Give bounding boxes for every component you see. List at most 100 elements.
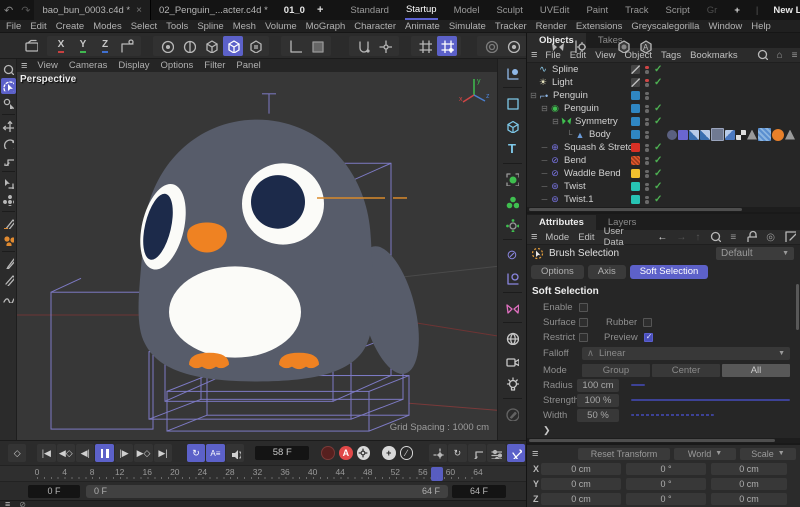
material-menu-icon[interactable]: ≡	[5, 500, 10, 507]
tag-icon[interactable]	[667, 129, 677, 140]
key-rotation-icon[interactable]: ↻	[448, 444, 467, 462]
add-document-icon[interactable]: +	[313, 4, 327, 16]
viewport-menu-item[interactable]: Filter	[204, 60, 225, 71]
tag-icon[interactable]	[736, 129, 746, 140]
menu-item[interactable]: Simulate	[449, 21, 486, 32]
attr-menu-mode[interactable]: Mode	[545, 232, 569, 243]
pencil-tag-icon[interactable]	[631, 78, 640, 87]
enabled-check-icon[interactable]: ✓	[654, 181, 662, 192]
om-menu-icon[interactable]: ≡	[531, 49, 538, 61]
visibility-dots[interactable]	[645, 104, 649, 113]
sky-object-icon[interactable]	[501, 327, 524, 348]
tweak-tool-icon[interactable]	[1, 95, 16, 111]
brush-tool-icon[interactable]	[1, 255, 16, 271]
layout-tab-sculpt[interactable]: Sculpt	[495, 2, 523, 19]
live-selection-tool-icon[interactable]	[0, 78, 16, 94]
cube-object-icon[interactable]	[501, 115, 524, 136]
enabled-check-icon[interactable]: ✓	[654, 168, 662, 179]
render-view-button[interactable]	[24, 36, 38, 56]
viewport-menu-item[interactable]: Panel	[236, 60, 260, 71]
menu-item[interactable]: Character	[354, 21, 396, 32]
falloff-dropdown[interactable]: ∧ Linear ▼	[582, 347, 790, 360]
key-pla-icon[interactable]	[506, 444, 525, 462]
menu-item[interactable]: File	[6, 21, 21, 32]
object-row-twist[interactable]: ─ ⊛ Twist ✓	[527, 180, 800, 193]
z-scale-field[interactable]: 0 cm	[711, 492, 787, 505]
mode-group-button[interactable]: Group	[582, 363, 650, 377]
tab-options[interactable]: Options	[531, 265, 584, 279]
goto-end-button[interactable]: ▶|	[153, 444, 173, 462]
quantize-button[interactable]	[415, 36, 435, 56]
layer-color-swatch[interactable]	[631, 195, 640, 204]
rubber-checkbox[interactable]	[643, 318, 653, 327]
x-scale-field[interactable]: 0 cm	[711, 462, 787, 475]
strength-field[interactable]: 100 %	[577, 394, 619, 407]
enable-checkbox[interactable]	[579, 303, 588, 312]
enabled-check-icon[interactable]: ✓	[654, 142, 662, 153]
layout-tab-script[interactable]: Script	[665, 2, 691, 19]
enable-axis-button[interactable]	[353, 36, 373, 56]
move-tool-icon[interactable]	[1, 118, 16, 134]
visibility-dots[interactable]	[645, 195, 649, 204]
timeline-range-bar[interactable]: 0 F 64 F	[86, 485, 448, 498]
subdivision-surface-icon[interactable]	[501, 168, 524, 189]
menu-item[interactable]: Create	[56, 21, 85, 32]
menu-item[interactable]: Mesh	[233, 21, 256, 32]
document-tab-1[interactable]: bao_bun_0003.c4d * ×	[34, 0, 151, 20]
object-row-body[interactable]: └ ▲ Body	[527, 128, 800, 141]
viewport-menu-icon[interactable]: ≡	[21, 60, 28, 72]
layer-color-swatch[interactable]	[631, 130, 640, 139]
previous-key-button[interactable]: ◀◇	[56, 444, 76, 462]
tab-soft-selection[interactable]: Soft Selection	[629, 265, 709, 279]
visibility-dots[interactable]	[645, 156, 649, 165]
scale-mode-dropdown[interactable]: Scale ▼	[740, 447, 796, 460]
attr-menu-userdata[interactable]: User Data	[604, 226, 640, 248]
layer-color-swatch[interactable]	[631, 182, 640, 191]
range-end-field[interactable]: 64 F	[452, 485, 506, 498]
record-keyframe-button[interactable]	[321, 446, 336, 460]
surface-checkbox[interactable]	[579, 318, 588, 327]
next-key-button[interactable]: ▶◇	[134, 444, 153, 462]
restrict-checkbox[interactable]	[579, 333, 588, 342]
tab-axis[interactable]: Axis	[587, 265, 626, 279]
history-back-icon[interactable]: ←	[657, 232, 667, 243]
enabled-check-icon[interactable]: ✓	[654, 103, 662, 114]
enabled-check-icon[interactable]: ✓	[654, 77, 662, 88]
object-row-light[interactable]: ☀ Light ✓	[527, 76, 800, 89]
enabled-check-icon[interactable]: ✓	[654, 155, 662, 166]
collapse-icon[interactable]: ⊟	[529, 91, 538, 100]
tag-icon[interactable]	[758, 128, 771, 141]
autokey-mode-button[interactable]: A≡	[206, 444, 225, 462]
layer-color-swatch[interactable]	[631, 156, 640, 165]
sculpt-tool-icon[interactable]	[1, 289, 16, 305]
edit-render-settings-icon[interactable]	[501, 403, 524, 424]
om-home-icon[interactable]: ⌂	[777, 50, 783, 61]
om-menu-bookmarks[interactable]: Bookmarks	[690, 50, 738, 61]
tag-icon[interactable]	[725, 129, 735, 140]
sound-button[interactable]	[225, 444, 245, 462]
viewport[interactable]: ≡ View Cameras Display Options Filter Pa…	[17, 59, 497, 440]
keyframe-selection-button[interactable]	[356, 446, 371, 460]
null-object-icon[interactable]	[501, 62, 524, 83]
om-filter-icon[interactable]: ≡	[792, 50, 798, 61]
enabled-check-icon[interactable]: ✓	[654, 194, 662, 205]
collapse-icon[interactable]: ⊟	[551, 117, 560, 126]
menu-item[interactable]: Render	[536, 21, 567, 32]
camera-object-icon[interactable]	[501, 350, 524, 371]
visibility-dots[interactable]	[645, 169, 649, 178]
z-axis-lock-button[interactable]: Z	[95, 36, 115, 56]
key-scale-icon[interactable]	[467, 444, 487, 462]
magnet-tool-icon[interactable]	[1, 192, 16, 208]
key-position-icon[interactable]	[428, 444, 448, 462]
layer-color-swatch[interactable]	[631, 143, 640, 152]
object-row-waddle-bend[interactable]: ─ ⊘ Waddle Bend ✓	[527, 167, 800, 180]
attr-filter-icon[interactable]: ≡	[730, 232, 736, 243]
enabled-check-icon[interactable]: ✓	[654, 116, 662, 127]
coords-menu-icon[interactable]: ≡	[532, 448, 539, 460]
visibility-dots[interactable]	[645, 117, 649, 126]
radius-slider[interactable]	[631, 384, 790, 386]
current-frame-field[interactable]: 58 F	[255, 446, 310, 460]
snap-settings-button[interactable]	[613, 36, 633, 56]
width-field[interactable]: 50 %	[577, 409, 619, 422]
points-mode-button[interactable]	[157, 36, 177, 56]
